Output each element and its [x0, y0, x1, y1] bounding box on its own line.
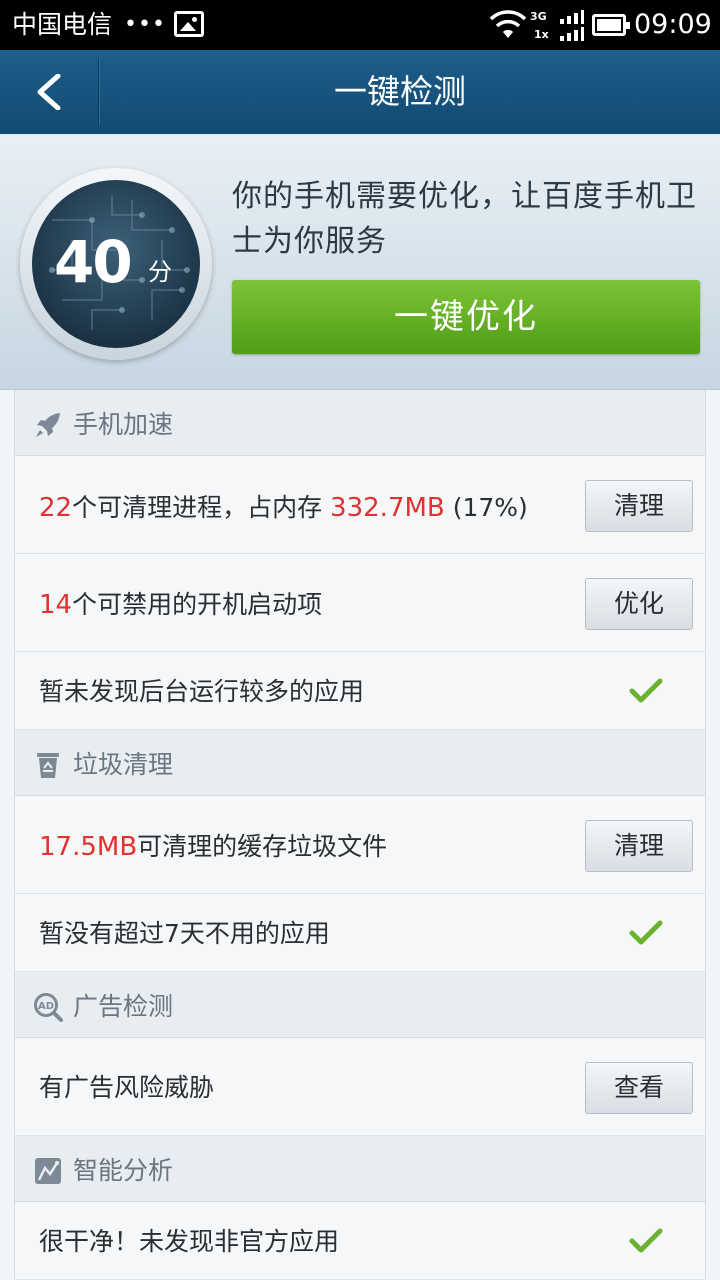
list-item-cache: 17.5MB可清理的缓存垃圾文件 清理	[15, 796, 705, 894]
section-title: 垃圾清理	[73, 750, 174, 779]
wifi-icon	[489, 10, 527, 38]
battery-icon	[592, 14, 630, 36]
score-message: 你的手机需要优化，让百度手机卫士为你服务	[232, 179, 697, 259]
list-item-ad-risk: 有广告风险威胁 查看	[15, 1038, 705, 1136]
memory-size: 332.7MB	[330, 493, 445, 523]
section-header-smart-analysis: 智能分析	[15, 1136, 705, 1202]
list-item-processes: 22个可清理进程，占内存 332.7MB (17%) 清理	[15, 456, 705, 554]
rocket-icon	[36, 413, 60, 437]
status-bar: 中国电信 ••• 3G 1x 09:09	[0, 0, 720, 50]
list-item-text: 14个可禁用的开机启动项	[39, 554, 322, 656]
memory-percent: (17%)	[444, 493, 528, 522]
ad-search-icon: AD	[34, 993, 63, 1022]
optimize-startup-button[interactable]: 优化	[585, 578, 693, 630]
app-header: 一键检测	[0, 50, 720, 134]
list-item-startup: 14个可禁用的开机启动项 优化	[15, 554, 705, 652]
section-title: 智能分析	[73, 1156, 174, 1185]
trash-recycle-icon	[37, 753, 59, 778]
back-button[interactable]	[0, 50, 98, 134]
check-icon	[629, 678, 663, 703]
list-item-text: 22个可清理进程，占内存 332.7MB (17%)	[39, 456, 528, 560]
score-disc: 40 分	[32, 180, 200, 348]
cache-text: 可清理的缓存垃圾文件	[137, 832, 388, 861]
page-title: 一键检测	[334, 72, 466, 111]
startup-text: 个可禁用的开机启动项	[72, 590, 323, 619]
list-item-text: 暂未发现后台运行较多的应用	[39, 677, 365, 706]
clean-cache-button[interactable]: 清理	[585, 820, 693, 872]
cache-size: 17.5MB	[39, 832, 138, 862]
list-item-background-apps: 暂未发现后台运行较多的应用	[15, 652, 705, 730]
score-panel: 40 分 你的手机需要优化，让百度手机卫士为你服务 一键优化	[0, 134, 720, 390]
list-item-unofficial-apps: 很干净！未发现非官方应用	[15, 1202, 705, 1280]
section-header-ad-detection: AD 广告检测	[15, 972, 705, 1038]
process-count: 22	[39, 493, 73, 523]
section-title: 广告检测	[73, 992, 174, 1021]
chevron-left-icon	[37, 74, 61, 110]
section-title: 手机加速	[73, 410, 174, 439]
svg-text:AD: AD	[38, 1001, 54, 1012]
process-text: 个可清理进程，占内存	[72, 493, 331, 522]
startup-count: 14	[39, 590, 73, 620]
clock: 09:09	[634, 9, 712, 40]
list-item-text: 17.5MB可清理的缓存垃圾文件	[39, 796, 387, 898]
section-header-phone-speedup: 手机加速	[15, 390, 705, 456]
carrier-label: 中国电信	[12, 10, 113, 39]
list-item-text: 很干净！未发现非官方应用	[39, 1227, 340, 1256]
clean-processes-button[interactable]: 清理	[585, 480, 693, 532]
check-icon	[629, 1228, 663, 1253]
image-notification-icon	[174, 11, 204, 37]
list-item-unused-apps: 暂没有超过7天不用的应用	[15, 894, 705, 972]
notification-dots: •••	[124, 12, 166, 37]
score-gauge: 40 分	[20, 168, 212, 360]
view-ad-risk-button[interactable]: 查看	[585, 1062, 693, 1114]
score-value: 40	[54, 228, 133, 296]
check-result-list: 手机加速 22个可清理进程，占内存 332.7MB (17%) 清理 14个可禁…	[14, 390, 706, 1280]
check-icon	[629, 920, 663, 945]
smart-analysis-icon	[35, 1158, 61, 1184]
section-header-junk-cleanup: 垃圾清理	[15, 730, 705, 796]
score-unit: 分	[148, 258, 172, 286]
list-item-text: 有广告风险威胁	[39, 1073, 215, 1102]
one-key-optimize-button[interactable]: 一键优化	[232, 280, 700, 354]
signal-icon: 3G 1x	[530, 10, 584, 42]
list-item-text: 暂没有超过7天不用的应用	[39, 919, 330, 948]
